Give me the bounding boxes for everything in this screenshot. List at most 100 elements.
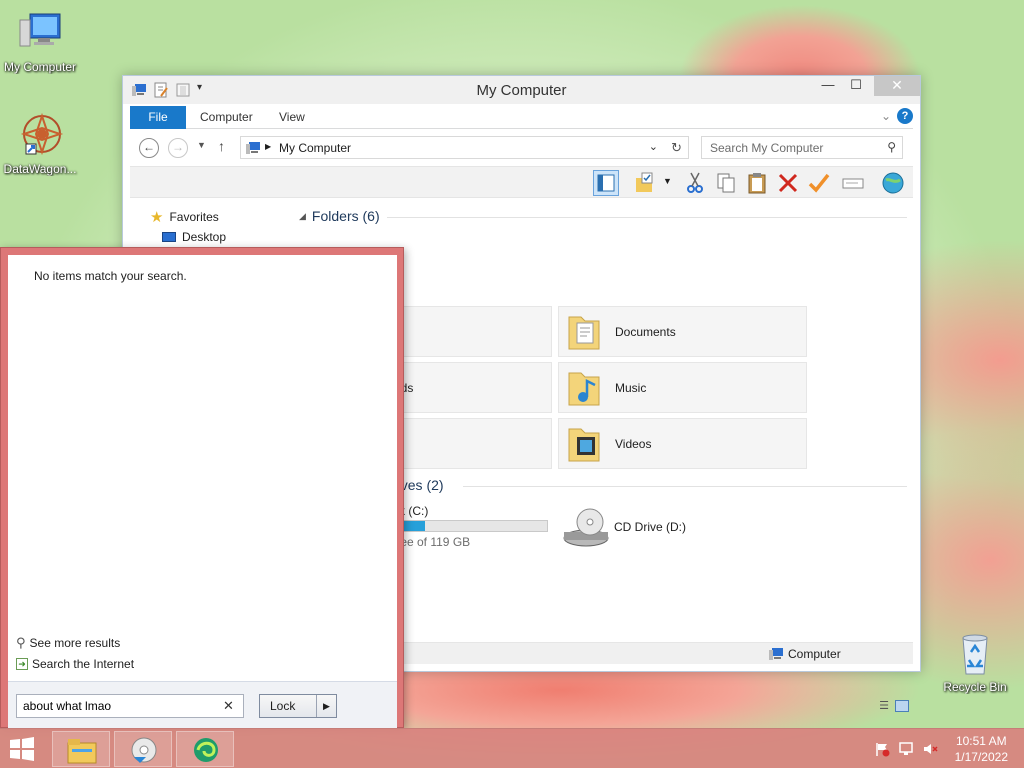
internet-arrow-icon: ➜	[16, 658, 28, 670]
search-placeholder: Search My Computer	[710, 141, 824, 155]
cd-drive-icon	[560, 504, 610, 553]
documents-folder-icon	[565, 311, 605, 353]
nav-item-favorites[interactable]: ★ Favorites	[150, 208, 219, 226]
minimize-button[interactable]: —	[814, 76, 842, 96]
folders-group-header[interactable]: ◢ Folders (6)	[299, 208, 380, 224]
start-button[interactable]	[8, 736, 38, 762]
media-disc-icon	[128, 735, 160, 768]
link-label: Search the Internet	[32, 657, 135, 671]
checkmark-icon[interactable]	[806, 170, 832, 196]
group-divider	[463, 486, 907, 487]
cd-drive-d[interactable]: CD Drive (D:)	[558, 502, 758, 552]
start-search-input[interactable]	[16, 694, 244, 718]
music-folder-icon	[565, 367, 605, 409]
folder-tile-videos[interactable]: Videos	[558, 418, 807, 469]
collapse-icon: ◢	[299, 210, 306, 221]
link-label: See more results	[29, 636, 121, 650]
clock-time: 10:51 AM	[955, 734, 1007, 748]
computer-icon	[16, 10, 64, 58]
folder-name: Documents	[615, 325, 676, 339]
star-icon: ★	[150, 209, 164, 226]
clock-date: 1/17/2022	[954, 750, 1008, 764]
power-options-arrow-icon[interactable]: ▶	[316, 695, 336, 717]
nav-item-label: Favorites	[169, 210, 219, 224]
computer-icon	[768, 646, 784, 665]
delete-icon[interactable]	[775, 170, 801, 196]
tab-computer[interactable]: Computer	[188, 106, 265, 129]
search-results-area: No items match your search. ⚲ See more r…	[8, 255, 397, 729]
window-title: My Computer	[476, 82, 567, 99]
tab-file[interactable]: File	[130, 106, 186, 129]
desktop-icon	[162, 232, 176, 242]
folder-name: Videos	[615, 437, 652, 451]
lock-button[interactable]: Lock ▶	[259, 694, 337, 718]
forward-button[interactable]: →	[168, 138, 188, 158]
folder-tile-documents[interactable]: Documents	[558, 306, 807, 357]
taskbar-media-button[interactable]	[114, 731, 172, 767]
taskbar-explorer-button[interactable]	[52, 731, 110, 767]
refresh-icon[interactable]: ↻	[671, 140, 682, 156]
chevron-down-icon[interactable]: ▼	[663, 176, 672, 186]
file-explorer-icon	[66, 735, 98, 768]
see-more-results-link[interactable]: ⚲ See more results	[16, 635, 120, 651]
datawagon-icon	[16, 112, 64, 160]
nav-item-desktop[interactable]: Desktop	[162, 230, 226, 244]
help-icon[interactable]: ?	[897, 108, 913, 124]
breadcrumb-separator-icon[interactable]: ▶	[265, 142, 271, 151]
app-swirl-icon	[190, 735, 222, 768]
desktop-icon-my-computer[interactable]: My Computer	[0, 10, 80, 74]
preview-pane-icon[interactable]	[593, 170, 619, 196]
drive-usage-bar	[393, 520, 548, 532]
desktop-icon-label: DataWagon...	[3, 162, 77, 176]
desktop-icon-recycle-bin[interactable]: Recycle Bin	[935, 630, 1015, 694]
address-bar[interactable]: ▶ My Computer ⌄ ↻	[240, 136, 689, 159]
command-toolbar: ▼	[130, 166, 913, 198]
videos-folder-icon	[565, 423, 605, 465]
paste-icon[interactable]	[744, 170, 770, 196]
expand-ribbon-icon[interactable]: ⌄	[881, 109, 891, 123]
desktop-icon-datawagon[interactable]: DataWagon...	[0, 112, 80, 176]
folder-options-icon[interactable]	[633, 170, 659, 196]
taskbar: 10:51 AM 1/17/2022	[0, 728, 1024, 768]
start-search-panel: No items match your search. ⚲ See more r…	[0, 247, 404, 729]
lock-label: Lock	[270, 699, 296, 713]
address-text: My Computer	[279, 141, 352, 155]
search-internet-link[interactable]: ➜ Search the Internet	[16, 657, 134, 671]
windows-logo-icon	[8, 737, 36, 765]
search-bar-area: ✕ Lock ▶	[8, 681, 397, 729]
maximize-button[interactable]: ☐	[842, 76, 870, 96]
nav-item-label: Desktop	[182, 230, 227, 244]
recent-locations-icon[interactable]: ▼	[197, 140, 206, 150]
address-dropdown-icon[interactable]: ⌄	[649, 140, 658, 153]
rename-icon[interactable]	[840, 170, 866, 196]
folder-tile-music[interactable]: Music	[558, 362, 807, 413]
up-icon[interactable]: ↑	[218, 138, 225, 154]
no-results-message: No items match your search.	[34, 269, 187, 283]
tab-view[interactable]: View	[267, 106, 317, 129]
globe-icon[interactable]	[880, 170, 906, 196]
search-box[interactable]: Search My Computer ⚲	[701, 136, 903, 159]
local-disk-c[interactable]: sk (C:) free of 119 GB	[393, 502, 553, 552]
status-location: Computer	[788, 647, 841, 661]
copy-icon[interactable]	[713, 170, 739, 196]
details-view-icon[interactable]: ☰	[879, 699, 889, 712]
action-center-flag-icon[interactable]	[874, 741, 890, 760]
taskbar-app-button[interactable]	[176, 731, 234, 767]
close-button[interactable]: ✕	[874, 76, 920, 96]
desktop-icon-label: My Computer	[3, 60, 77, 74]
desktop-icon-label: Recycle Bin	[943, 680, 1007, 694]
close-icon[interactable]: ✕	[223, 698, 234, 714]
cut-icon[interactable]	[682, 170, 708, 196]
large-icons-view-icon[interactable]	[895, 700, 909, 712]
group-title: Folders (6)	[311, 208, 380, 224]
recycle-bin-icon	[951, 630, 999, 678]
search-icon[interactable]: ⚲	[887, 140, 896, 154]
group-divider	[387, 217, 907, 218]
network-icon[interactable]	[898, 741, 914, 760]
title-bar[interactable]: ▾ My Computer — ☐ ✕	[123, 76, 920, 104]
back-button[interactable]: ←	[139, 138, 159, 158]
ribbon-tabs: File Computer View ⌄ ?	[130, 106, 913, 129]
system-clock[interactable]: 10:51 AM 1/17/2022	[955, 733, 1008, 765]
volume-muted-icon[interactable]	[922, 741, 938, 760]
drive-free-space: free of 119 GB	[393, 535, 471, 549]
